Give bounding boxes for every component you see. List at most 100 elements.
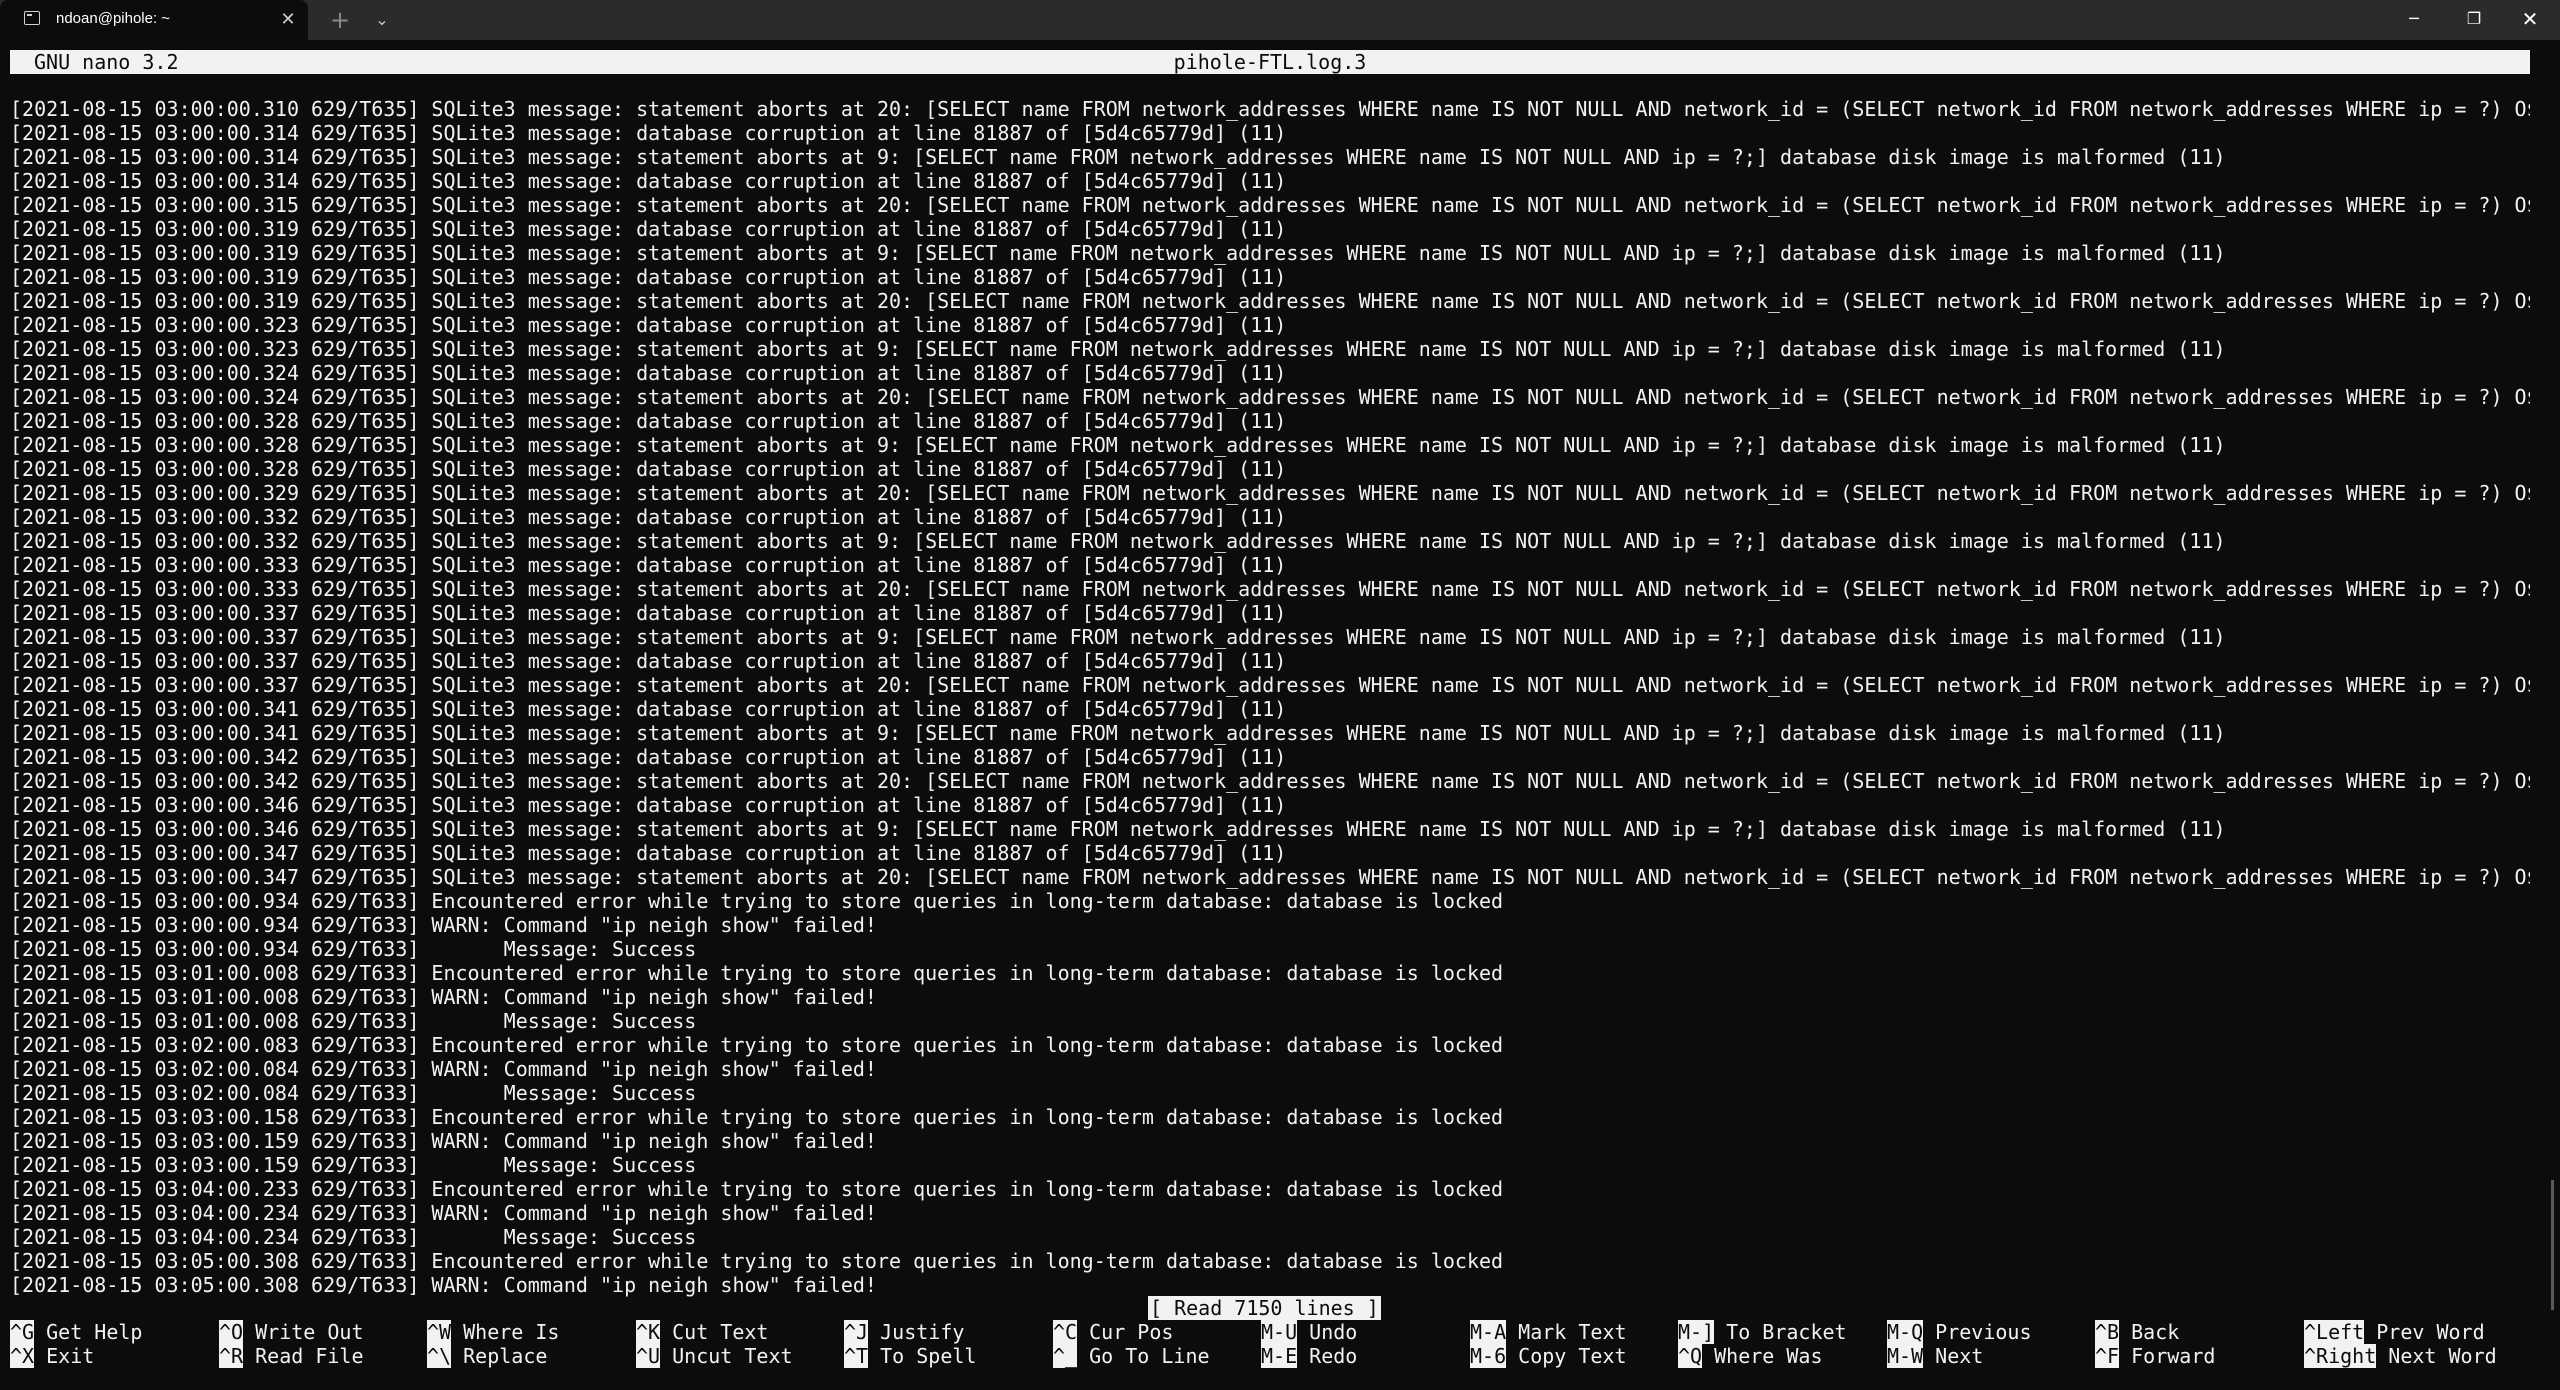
shortcut-key: ^U <box>636 1344 661 1368</box>
shortcut-item: ^W Where Is <box>427 1320 559 1344</box>
shortcut-label: Cut Text <box>672 1320 769 1344</box>
editor-buffer[interactable]: [2021-08-15 03:00:00.310 629/T635] SQLit… <box>10 97 2530 1297</box>
shortcut-key: ^Left <box>2304 1320 2365 1344</box>
shortcut-item: M-Q Previous <box>1887 1320 2032 1344</box>
shortcut-item: ^U Uncut Text <box>636 1344 793 1368</box>
file-name: pihole-FTL.log.3 <box>1173 50 1367 74</box>
log-line: [2021-08-15 03:04:00.233 629/T633] Encou… <box>10 1177 1504 1201</box>
shortcut-label: Next Word <box>2388 1344 2497 1368</box>
shortcut-item: M-W Next <box>1887 1344 1983 1368</box>
shortcut-item: ^G Get Help <box>10 1320 142 1344</box>
log-line: [2021-08-15 03:02:00.083 629/T633] Encou… <box>10 1033 1504 1057</box>
log-line: [2021-08-15 03:00:00.324 629/T635] SQLit… <box>10 361 1287 385</box>
shortcut-key: ^\ <box>427 1344 452 1368</box>
terminal-tab[interactable]: ndoan@pihole: ~ ✕ <box>0 0 308 40</box>
shortcut-key: ^Right <box>2304 1344 2377 1368</box>
log-line: [2021-08-15 03:00:00.328 629/T635] SQLit… <box>10 409 1287 433</box>
shortcut-label: Previous <box>1935 1320 2032 1344</box>
shortcut-item: ^B Back <box>2095 1320 2179 1344</box>
shortcut-label: Next <box>1935 1344 1984 1368</box>
log-line: [2021-08-15 03:00:00.342 629/T635] SQLit… <box>10 745 1287 769</box>
log-line: [2021-08-15 03:00:00.337 629/T635] SQLit… <box>10 601 1287 625</box>
log-line: [2021-08-15 03:00:00.319 629/T635] SQLit… <box>10 217 1287 241</box>
log-line: [2021-08-15 03:00:00.332 629/T635] SQLit… <box>10 505 1287 529</box>
shortcut-label: Read File <box>255 1344 364 1368</box>
log-line: [2021-08-15 03:00:00.319 629/T635] SQLit… <box>10 265 1287 289</box>
log-line: [2021-08-15 03:00:00.328 629/T635] SQLit… <box>10 433 2226 457</box>
log-line: [2021-08-15 03:00:00.342 629/T635] SQLit… <box>10 769 2530 793</box>
log-line: [2021-08-15 03:00:00.934 629/T633] Messa… <box>10 937 697 961</box>
shortcut-label: Prev Word <box>2376 1320 2485 1344</box>
nano-version: GNU nano 3.2 <box>34 50 179 74</box>
shortcut-label: Uncut Text <box>672 1344 793 1368</box>
shortcut-label: Forward <box>2131 1344 2216 1368</box>
shortcut-item: M-] To Bracket <box>1678 1320 1847 1344</box>
shortcut-key: ^_ <box>1053 1344 1078 1368</box>
shortcut-key: M-W <box>1887 1344 1924 1368</box>
shortcut-label: Where Is <box>463 1320 560 1344</box>
shortcut-label: Copy Text <box>1518 1344 1627 1368</box>
shortcut-key: M-A <box>1470 1320 1507 1344</box>
tab-close-icon[interactable]: ✕ <box>278 6 298 34</box>
shortcut-label: Get Help <box>46 1320 143 1344</box>
log-line: [2021-08-15 03:00:00.310 629/T635] SQLit… <box>10 97 2530 121</box>
log-line: [2021-08-15 03:00:00.934 629/T633] WARN:… <box>10 913 877 937</box>
maximize-icon[interactable]: ❐ <box>2444 0 2504 40</box>
log-line: [2021-08-15 03:04:00.234 629/T633] Messa… <box>10 1225 697 1249</box>
shortcut-key: ^K <box>636 1320 661 1344</box>
shortcut-key: M-U <box>1261 1320 1298 1344</box>
log-line: [2021-08-15 03:02:00.084 629/T633] WARN:… <box>10 1057 877 1081</box>
shortcut-key: ^Q <box>1678 1344 1703 1368</box>
minimize-icon[interactable]: ─ <box>2384 0 2444 40</box>
terminal-icon <box>24 11 40 25</box>
log-line: [2021-08-15 03:03:00.159 629/T633] WARN:… <box>10 1129 877 1153</box>
shortcut-item: M-6 Copy Text <box>1470 1344 1627 1368</box>
shortcut-item: M-E Redo <box>1261 1344 1357 1368</box>
shortcut-label: Back <box>2131 1320 2180 1344</box>
chevron-down-icon[interactable]: ⌄ <box>370 4 394 36</box>
close-icon[interactable]: ✕ <box>2500 0 2560 40</box>
log-line: [2021-08-15 03:01:00.008 629/T633] Encou… <box>10 961 1504 985</box>
shortcut-item: ^F Forward <box>2095 1344 2215 1368</box>
log-line: [2021-08-15 03:00:00.314 629/T635] SQLit… <box>10 145 2226 169</box>
log-line: [2021-08-15 03:00:00.324 629/T635] SQLit… <box>10 385 2530 409</box>
log-line: [2021-08-15 03:00:00.314 629/T635] SQLit… <box>10 169 1287 193</box>
shortcut-label: Replace <box>463 1344 548 1368</box>
log-line: [2021-08-15 03:00:00.347 629/T635] SQLit… <box>10 841 1287 865</box>
log-line: [2021-08-15 03:00:00.341 629/T635] SQLit… <box>10 721 2226 745</box>
shortcut-key: ^O <box>219 1320 244 1344</box>
shortcut-label: Cur Pos <box>1089 1320 1174 1344</box>
log-line: [2021-08-15 03:00:00.315 629/T635] SQLit… <box>10 193 2530 217</box>
shortcut-item: ^K Cut Text <box>636 1320 768 1344</box>
shortcut-item: ^C Cur Pos <box>1053 1320 1173 1344</box>
shortcut-item: ^R Read File <box>219 1344 364 1368</box>
shortcut-key: ^G <box>10 1320 35 1344</box>
log-line: [2021-08-15 03:00:00.346 629/T635] SQLit… <box>10 793 1287 817</box>
shortcut-key: ^X <box>10 1344 35 1368</box>
shortcut-key: ^J <box>844 1320 869 1344</box>
log-line: [2021-08-15 03:04:00.234 629/T633] WARN:… <box>10 1201 877 1225</box>
new-tab-icon[interactable]: + <box>328 4 352 36</box>
log-line: [2021-08-15 03:00:00.314 629/T635] SQLit… <box>10 121 1287 145</box>
shortcut-bar: ^G Get Help ^X Exit ^O Write Out ^R Read Fi… <box>10 1320 2550 1368</box>
shortcut-label: To Bracket <box>1726 1320 1847 1344</box>
shortcut-item: ^T To Spell <box>844 1344 976 1368</box>
shortcut-label: Write Out <box>255 1320 364 1344</box>
scrollbar[interactable] <box>2551 1180 2554 1310</box>
status-message: [ Read 7150 lines ] <box>1148 1296 1381 1320</box>
log-line: [2021-08-15 03:00:00.328 629/T635] SQLit… <box>10 457 1287 481</box>
shortcut-label: Exit <box>46 1344 95 1368</box>
shortcut-key: ^R <box>219 1344 244 1368</box>
shortcut-item: ^O Write Out <box>219 1320 364 1344</box>
shortcut-label: Undo <box>1309 1320 1358 1344</box>
log-line: [2021-08-15 03:00:00.332 629/T635] SQLit… <box>10 529 2226 553</box>
shortcut-key: ^W <box>427 1320 452 1344</box>
shortcut-item: ^Left Prev Word <box>2304 1320 2485 1344</box>
shortcut-key: ^T <box>844 1344 869 1368</box>
log-line: [2021-08-15 03:00:00.341 629/T635] SQLit… <box>10 697 1287 721</box>
log-line: [2021-08-15 03:00:00.333 629/T635] SQLit… <box>10 553 1287 577</box>
shortcut-label: To Spell <box>880 1344 977 1368</box>
shortcut-item: ^X Exit <box>10 1344 94 1368</box>
log-line: [2021-08-15 03:00:00.319 629/T635] SQLit… <box>10 241 2226 265</box>
shortcut-label: Justify <box>880 1320 965 1344</box>
